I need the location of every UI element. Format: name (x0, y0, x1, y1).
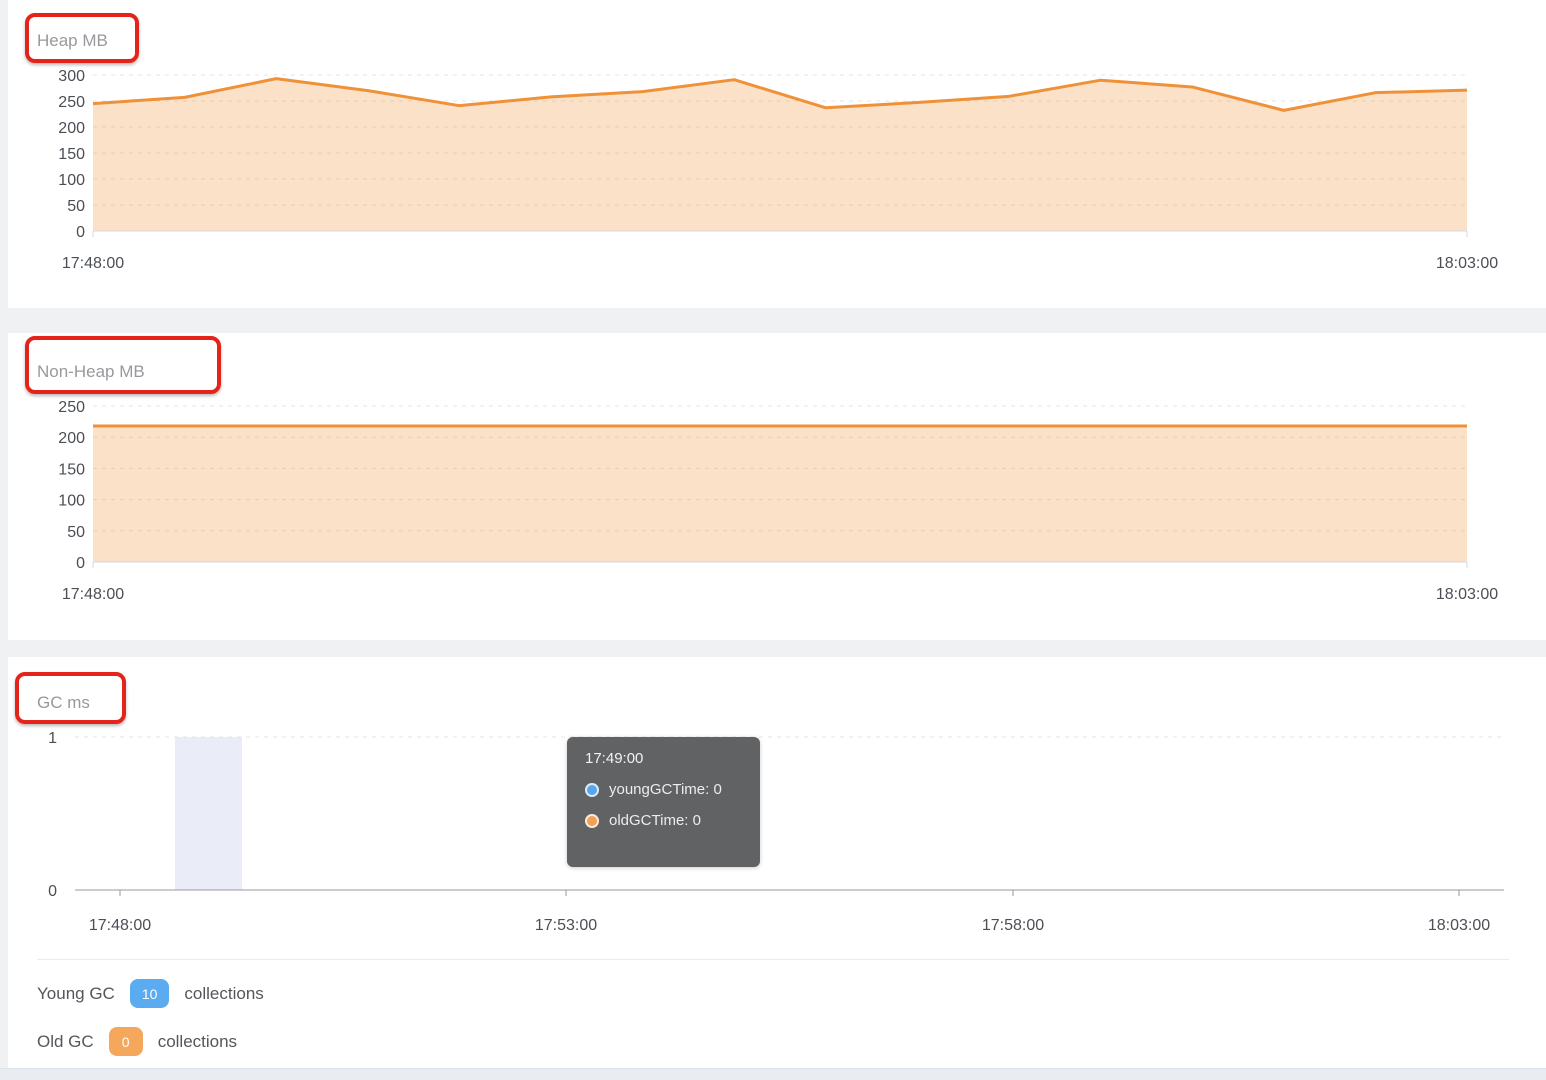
tooltip-row-younggc: youngGCTime: 0 (585, 781, 742, 798)
svg-text:0: 0 (48, 883, 57, 900)
svg-text:200: 200 (58, 430, 85, 447)
old-gc-suffix: collections (158, 1032, 237, 1052)
svg-text:50: 50 (67, 524, 85, 541)
svg-text:250: 250 (58, 94, 85, 111)
young-gc-count-badge: 10 (130, 979, 170, 1008)
svg-text:17:48:00: 17:48:00 (89, 917, 151, 934)
young-gc-label: Young GC (37, 984, 115, 1004)
nonheap-chart-card: Non-Heap MB 05010015020025017:48:0018:03… (8, 333, 1546, 640)
svg-text:100: 100 (58, 172, 85, 189)
old-gc-legend-row: Old GC 0 collections (37, 1027, 237, 1056)
svg-text:0: 0 (76, 555, 85, 572)
svg-text:150: 150 (58, 461, 85, 478)
jvm-monitor-dashboard: Heap MB 05010015020025030017:48:0018:03:… (0, 0, 1546, 1080)
page-bottom-strip (0, 1068, 1546, 1080)
young-gc-suffix: collections (184, 984, 263, 1004)
svg-text:17:53:00: 17:53:00 (535, 917, 597, 934)
svg-text:17:58:00: 17:58:00 (982, 917, 1044, 934)
old-gc-count-badge: 0 (109, 1027, 143, 1056)
oldgc-series-dot-icon (585, 814, 599, 828)
tooltip-younggc-text: youngGCTime: 0 (609, 781, 722, 798)
svg-text:1: 1 (48, 730, 57, 747)
svg-text:300: 300 (58, 68, 85, 85)
heap-chart-card: Heap MB 05010015020025030017:48:0018:03:… (8, 0, 1546, 308)
svg-text:17:48:00: 17:48:00 (62, 586, 124, 603)
svg-text:18:03:00: 18:03:00 (1436, 255, 1498, 272)
svg-text:18:03:00: 18:03:00 (1428, 917, 1490, 934)
svg-text:18:03:00: 18:03:00 (1436, 586, 1498, 603)
nonheap-chart-plot[interactable]: 0 50 100 150 200 250 17:48:00 18:03:00 (8, 333, 1546, 640)
tooltip-row-oldgc: oldGCTime: 0 (585, 812, 742, 829)
svg-text:0: 0 (76, 224, 85, 241)
legend-divider (37, 959, 1509, 960)
younggc-series-dot-icon (585, 783, 599, 797)
svg-text:250: 250 (58, 399, 85, 416)
tooltip-timestamp: 17:49:00 (585, 750, 742, 767)
heap-chart-plot[interactable]: 0 50 100 150 200 250 300 17:48:00 18:03:00 (8, 0, 1546, 308)
svg-text:17:48:00: 17:48:00 (62, 255, 124, 272)
young-gc-legend-row: Young GC 10 collections (37, 979, 264, 1008)
svg-text:150: 150 (58, 146, 85, 163)
tooltip-oldgc-text: oldGCTime: 0 (609, 812, 701, 829)
svg-text:50: 50 (67, 198, 85, 215)
chart-tooltip: 17:49:00 youngGCTime: 0 oldGCTime: 0 (567, 737, 760, 867)
gc-chart-card: GC ms 0117:48:0017:53:0017:58:0018:03:00… (8, 657, 1546, 1068)
old-gc-label: Old GC (37, 1032, 94, 1052)
svg-text:100: 100 (58, 493, 85, 510)
svg-text:200: 200 (58, 120, 85, 137)
